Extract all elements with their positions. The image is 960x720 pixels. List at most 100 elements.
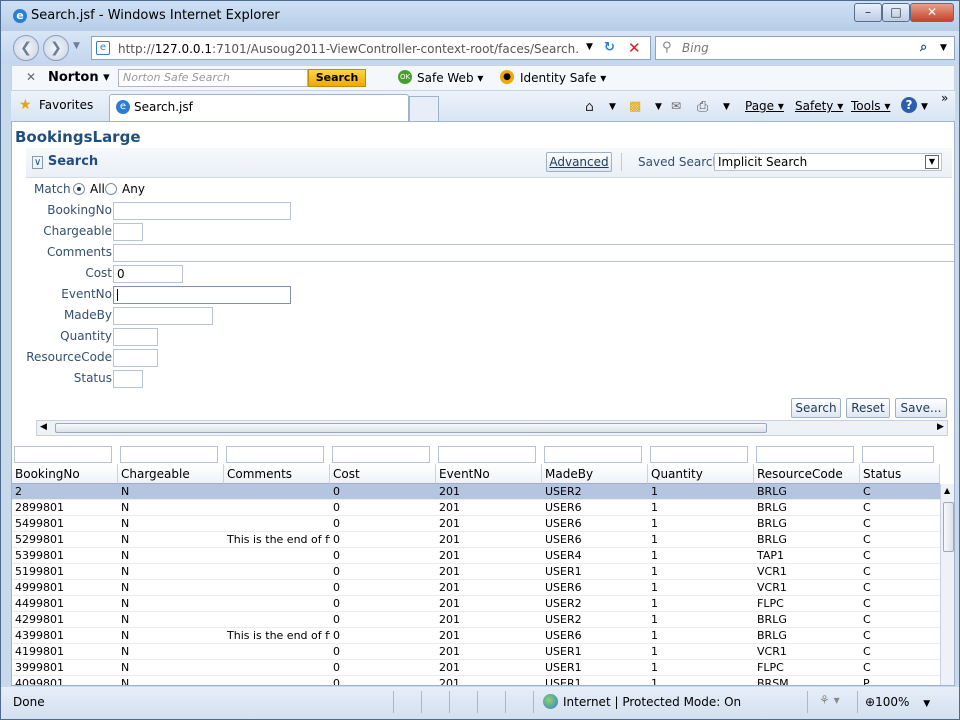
- maximize-button[interactable]: □: [882, 3, 910, 22]
- help-dropdown-icon[interactable]: ▼: [921, 102, 928, 112]
- close-toolbar-icon[interactable]: ✕: [26, 70, 36, 84]
- filter-input-bookingno[interactable]: [14, 446, 112, 463]
- reset-button[interactable]: Reset: [846, 398, 890, 418]
- table-row[interactable]: 2899801 N 0 201 USER6 1 BRLG C: [12, 500, 940, 516]
- page-menu[interactable]: Page ▾: [745, 99, 784, 113]
- scroll-right-icon[interactable]: ▶: [937, 422, 944, 432]
- scroll-up-icon[interactable]: ▲: [944, 486, 950, 495]
- table-row[interactable]: 3999801 N 0 201 USER1 1 FLPC C: [12, 660, 940, 676]
- forward-button[interactable]: ❯: [43, 35, 69, 61]
- filter-input-eventno[interactable]: [438, 446, 536, 463]
- cell-eventno: 201: [439, 661, 460, 674]
- table-row[interactable]: 5499801 N 0 201 USER6 1 BRLG C: [12, 516, 940, 532]
- quantity-input[interactable]: [113, 328, 158, 346]
- search-disclosure[interactable]: ∨ Search: [32, 154, 98, 169]
- bookingno-input[interactable]: [113, 202, 291, 220]
- filter-input-status[interactable]: [862, 446, 934, 463]
- comments-input[interactable]: [113, 244, 954, 262]
- vertical-scrollbar[interactable]: ▲: [940, 484, 954, 685]
- table-row[interactable]: 4499801 N 0 201 USER2 1 FLPC C: [12, 596, 940, 612]
- cell-bookingno: 5199801: [15, 565, 64, 578]
- safety-menu[interactable]: Safety ▾: [795, 99, 843, 113]
- security-zone[interactable]: Internet | Protected Mode: On: [563, 695, 741, 709]
- column-header-cost[interactable]: Cost: [330, 464, 436, 484]
- horizontal-scrollbar[interactable]: ◀ ▶: [36, 420, 948, 436]
- search-dropdown-icon[interactable]: ▼: [940, 43, 947, 53]
- new-tab-button[interactable]: [409, 96, 439, 121]
- minimize-button[interactable]: –: [854, 3, 882, 22]
- table-row[interactable]: 4999801 N 0 201 USER6 1 VCR1 C: [12, 580, 940, 596]
- safe-web-menu[interactable]: Safe Web ▾: [417, 71, 483, 85]
- table-row[interactable]: 4099801 N 0 201 USER1 1 BRSM P: [12, 676, 940, 685]
- home-icon[interactable]: ⌂: [585, 99, 594, 115]
- madeby-input[interactable]: [113, 307, 213, 325]
- table-row[interactable]: 2 N 0 201 USER2 1 BRLG C: [12, 484, 940, 500]
- norton-search-input[interactable]: Norton Safe Search: [118, 69, 308, 87]
- column-header-status[interactable]: Status: [860, 464, 940, 484]
- close-window-button[interactable]: ✕: [910, 3, 954, 22]
- feeds-icon[interactable]: ▩: [629, 99, 641, 114]
- norton-logo[interactable]: Norton ▾: [48, 70, 110, 85]
- match-any-radio[interactable]: [105, 183, 117, 195]
- filter-input-cost[interactable]: [332, 446, 430, 463]
- filter-input-comments[interactable]: [226, 446, 324, 463]
- saved-search-select[interactable]: Implicit Search ▼: [714, 153, 942, 171]
- column-header-madeby[interactable]: MadeBy: [542, 464, 648, 484]
- table-row[interactable]: 4399801 N This is the end of fi...0 201 USER…: [12, 628, 940, 644]
- feeds-dropdown-icon[interactable]: ▼: [655, 102, 662, 112]
- cell-status: C: [863, 501, 871, 514]
- cell-cost: 0: [333, 645, 340, 658]
- vertical-scroll-thumb[interactable]: [943, 502, 954, 552]
- print-icon[interactable]: ⎙: [697, 99, 708, 115]
- column-header-chargeable[interactable]: Chargeable: [118, 464, 224, 484]
- column-header-comments[interactable]: Comments: [224, 464, 330, 484]
- address-bar[interactable]: e http://127.0.0.1:7101/Ausoug2011-ViewC…: [91, 36, 651, 60]
- zoom-level[interactable]: ⊕100% ▼: [865, 695, 930, 709]
- filter-input-quantity[interactable]: [650, 446, 748, 463]
- scroll-left-icon[interactable]: ◀: [40, 422, 47, 432]
- search-button[interactable]: Search: [791, 398, 841, 418]
- resourcecode-input[interactable]: [113, 349, 158, 367]
- tools-menu[interactable]: Tools ▾: [851, 99, 890, 113]
- protected-mode-icon[interactable]: ⚘ ▾: [819, 693, 840, 707]
- filter-input-resourcecode[interactable]: [756, 446, 854, 463]
- address-dropdown-icon[interactable]: ▼: [586, 42, 593, 52]
- chevron-more-icon[interactable]: »: [941, 91, 948, 105]
- chevron-down-icon[interactable]: ▼: [925, 155, 939, 169]
- table-row[interactable]: 4199801 N 0 201 USER1 1 VCR1 C: [12, 644, 940, 660]
- norton-search-button[interactable]: Search: [308, 69, 366, 87]
- column-header-resourcecode[interactable]: ResourceCode: [754, 464, 860, 484]
- search-box[interactable]: ⚲ Bing ⌕ ▼: [655, 36, 955, 60]
- address-url[interactable]: http://127.0.0.1:7101/Ausoug2011-ViewCon…: [118, 42, 578, 56]
- search-icon[interactable]: ⌕: [920, 40, 927, 55]
- table-row[interactable]: 4299801 N 0 201 USER2 1 BRLG C: [12, 612, 940, 628]
- table-row[interactable]: 5299801 N This is the end of fi...0 201 USER…: [12, 532, 940, 548]
- filter-input-madeby[interactable]: [544, 446, 642, 463]
- chargeable-input[interactable]: [113, 223, 143, 241]
- column-header-bookingno[interactable]: BookingNo: [12, 464, 118, 484]
- filter-input-chargeable[interactable]: [120, 446, 218, 463]
- status-input[interactable]: [113, 370, 143, 388]
- help-icon[interactable]: ?: [901, 97, 917, 113]
- scroll-thumb[interactable]: [55, 423, 767, 433]
- mail-icon[interactable]: ✉: [671, 99, 681, 113]
- cell-bookingno: 2: [15, 485, 22, 498]
- back-button[interactable]: ❮: [13, 35, 39, 61]
- home-dropdown-icon[interactable]: ▼: [609, 102, 616, 112]
- cost-input[interactable]: 0: [113, 265, 183, 283]
- favorites-button[interactable]: Favorites: [39, 98, 93, 112]
- stop-icon[interactable]: ✕: [628, 39, 641, 57]
- refresh-icon[interactable]: ↻: [604, 40, 615, 55]
- column-header-quantity[interactable]: Quantity: [648, 464, 754, 484]
- column-header-eventno[interactable]: EventNo: [436, 464, 542, 484]
- advanced-button[interactable]: Advanced: [546, 152, 612, 172]
- eventno-input[interactable]: [113, 286, 291, 304]
- table-row[interactable]: 5399801 N 0 201 USER4 1 TAP1 C: [12, 548, 940, 564]
- tab-search-jsf[interactable]: e Search.jsf: [109, 94, 409, 121]
- table-row[interactable]: 5199801 N 0 201 USER1 1 VCR1 C: [12, 564, 940, 580]
- identity-safe-menu[interactable]: Identity Safe ▾: [520, 71, 606, 85]
- match-all-radio[interactable]: [73, 183, 85, 195]
- recent-pages-dropdown-icon[interactable]: ▼: [73, 41, 80, 51]
- save-button[interactable]: Save...: [895, 398, 947, 418]
- print-dropdown-icon[interactable]: ▼: [723, 102, 730, 112]
